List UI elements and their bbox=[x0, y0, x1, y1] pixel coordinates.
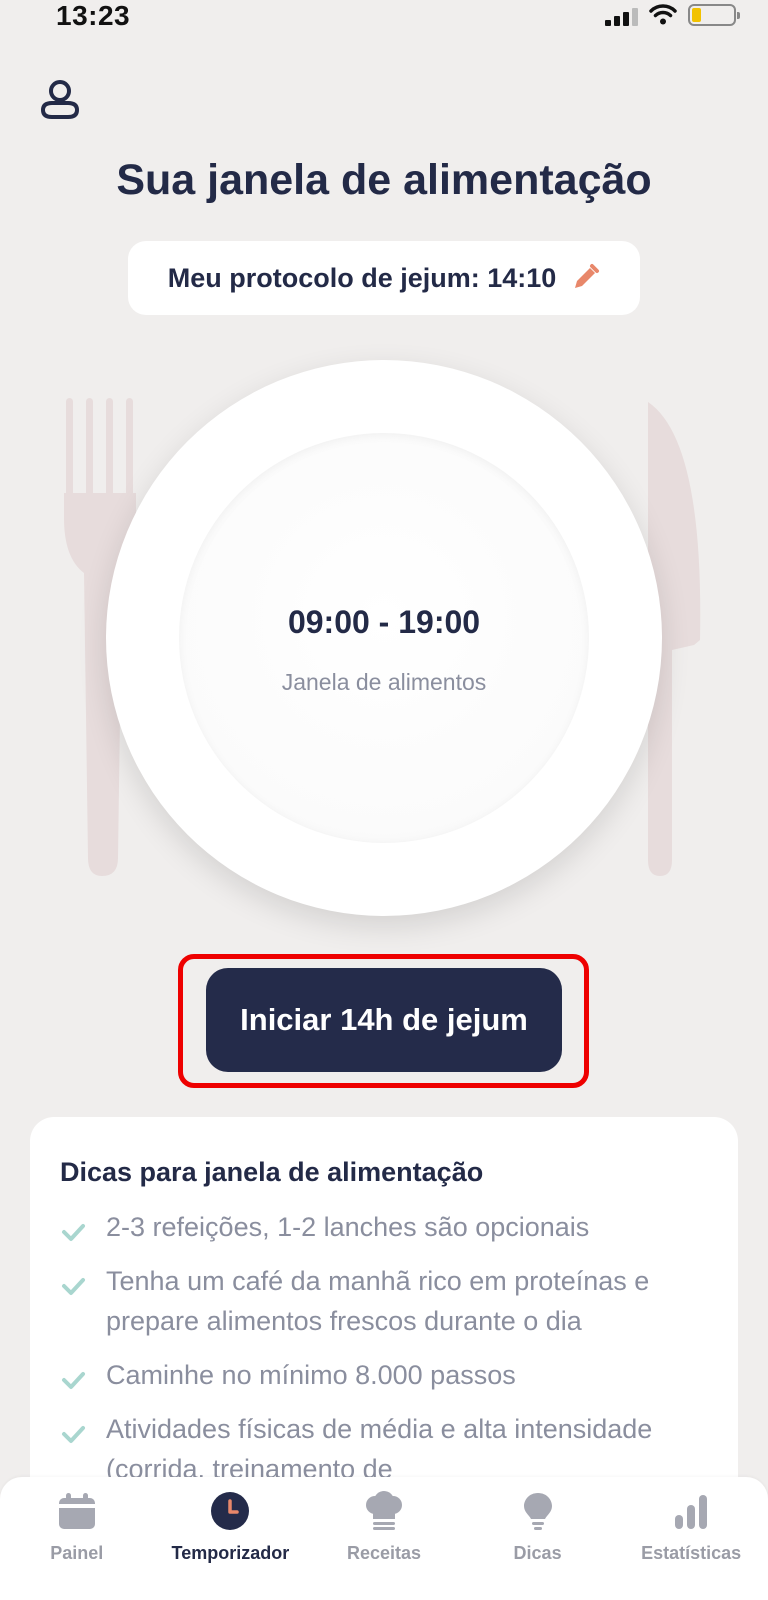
chef-hat-icon bbox=[365, 1491, 402, 1530]
wifi-icon bbox=[649, 4, 677, 25]
tab-label: Painel bbox=[50, 1543, 104, 1563]
tip-text: 2-3 refeições, 1-2 lanches são opcionais bbox=[106, 1212, 590, 1242]
edit-pencil-icon bbox=[575, 264, 600, 288]
check-icon bbox=[62, 1278, 85, 1295]
tips-title: Dicas para janela de alimentação bbox=[60, 1157, 484, 1187]
tab-label: Estatísticas bbox=[641, 1543, 742, 1563]
status-time: 13:23 bbox=[56, 0, 131, 31]
tab-label: Receitas bbox=[346, 1543, 422, 1563]
tab-estatisticas[interactable]: Estatísticas bbox=[614, 1477, 768, 1600]
tip-item: Caminhe no mínimo 8.000 passos bbox=[60, 1355, 710, 1395]
profile-icon[interactable] bbox=[38, 76, 82, 120]
calendar-icon bbox=[58, 1493, 95, 1529]
bar-chart-icon bbox=[675, 1495, 708, 1529]
lightbulb-icon bbox=[523, 1493, 552, 1530]
battery-icon bbox=[688, 4, 740, 26]
protocol-label: Meu protocolo de jejum: 14:10 bbox=[167, 262, 557, 293]
page-title: Sua janela de alimentação bbox=[116, 156, 652, 204]
status-bar: 13:23 bbox=[0, 0, 768, 34]
tab-label: Temporizador bbox=[171, 1543, 290, 1563]
tip-item: 2-3 refeições, 1-2 lanches são opcionais bbox=[60, 1207, 710, 1247]
start-fast-button[interactable]: Iniciar 14h de jejum bbox=[206, 968, 562, 1072]
tip-text: Caminhe no mínimo 8.000 passos bbox=[106, 1360, 516, 1390]
check-icon bbox=[62, 1426, 85, 1443]
cellular-signal-icon bbox=[605, 8, 638, 26]
check-icon bbox=[62, 1372, 85, 1389]
tab-temporizador[interactable]: Temporizador bbox=[154, 1477, 308, 1600]
tip-text: Tenha um café da manhã rico em proteínas… bbox=[106, 1266, 650, 1336]
tab-dicas[interactable]: Dicas bbox=[461, 1477, 615, 1600]
eating-window-time: 09:00 - 19:00 bbox=[287, 604, 481, 640]
bottom-tab-bar: Painel Temporizador Receitas Dicas Estat… bbox=[0, 1477, 768, 1600]
protocol-button[interactable]: Meu protocolo de jejum: 14:10 bbox=[128, 241, 640, 315]
tab-receitas[interactable]: Receitas bbox=[307, 1477, 461, 1600]
tab-label: Dicas bbox=[513, 1543, 562, 1563]
tip-item: Tenha um café da manhã rico em proteínas… bbox=[60, 1261, 710, 1341]
tab-painel[interactable]: Painel bbox=[0, 1477, 154, 1600]
clock-icon bbox=[211, 1492, 250, 1530]
check-icon bbox=[62, 1224, 85, 1241]
eating-window-label: Janela de alimentos bbox=[281, 669, 487, 695]
tips-list: 2-3 refeições, 1-2 lanches são opcionais… bbox=[60, 1207, 710, 1503]
